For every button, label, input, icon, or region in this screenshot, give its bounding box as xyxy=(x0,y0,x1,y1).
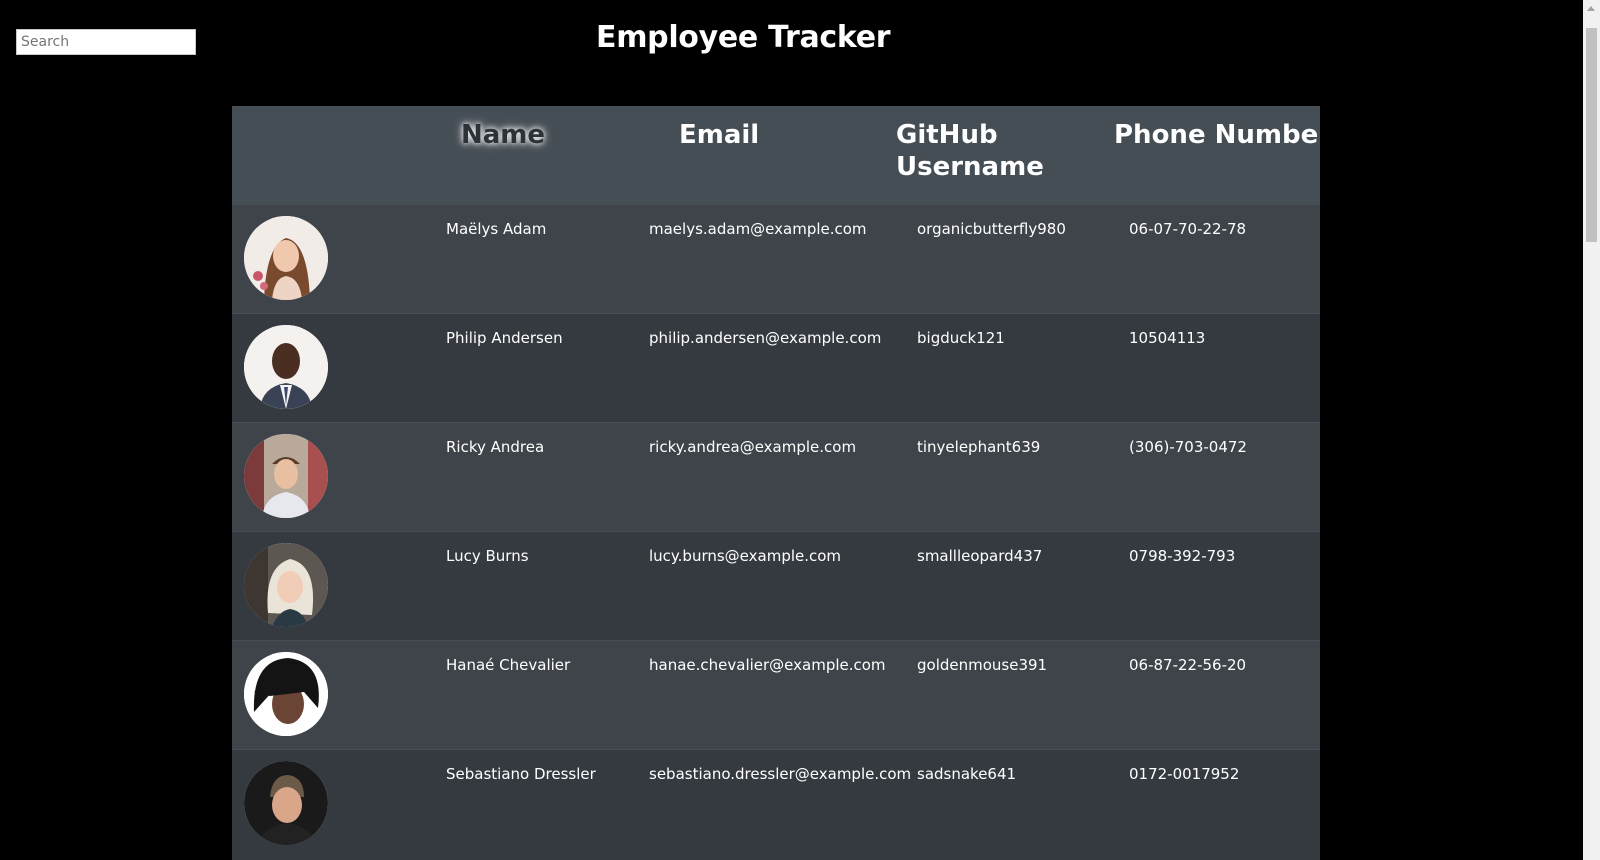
person-photo-icon xyxy=(244,543,328,627)
column-header-name[interactable]: Name xyxy=(461,119,545,151)
cell-github: sadsnake641 xyxy=(917,765,1017,783)
person-photo-icon xyxy=(244,325,328,409)
cell-email: ricky.andrea@example.com xyxy=(649,438,857,456)
employee-table: Name Email GitHub Username Phone Number … xyxy=(232,106,1320,860)
scrollbar-thumb[interactable] xyxy=(1586,28,1597,242)
table-row: Lucy Burns lucy.burns@example.com smalll… xyxy=(232,531,1320,640)
cell-phone: (306)-703-0472 xyxy=(1129,438,1247,456)
cell-phone: 0172-0017952 xyxy=(1129,765,1240,783)
cell-email: hanae.chevalier@example.com xyxy=(649,656,886,674)
page: Employee Tracker Name Email GitHub Usern… xyxy=(0,0,1600,860)
cell-github: bigduck121 xyxy=(917,329,1005,347)
person-photo-icon xyxy=(244,434,328,518)
cell-name: Maëlys Adam xyxy=(446,220,547,238)
person-photo-icon xyxy=(244,652,328,736)
cell-github: organicbutterfly980 xyxy=(917,220,1066,238)
cell-github: tinyelephant639 xyxy=(917,438,1041,456)
cell-phone: 06-87-22-56-20 xyxy=(1129,656,1247,674)
search-input[interactable] xyxy=(16,29,196,55)
table-row: Sebastiano Dressler sebastiano.dressler@… xyxy=(232,749,1320,858)
cell-phone: 06-07-70-22-78 xyxy=(1129,220,1247,238)
column-header-phone[interactable]: Phone Number xyxy=(1114,119,1320,151)
column-header-github[interactable]: GitHub Username xyxy=(896,119,1066,183)
column-header-email[interactable]: Email xyxy=(679,119,759,151)
table-row: Ricky Andrea ricky.andrea@example.com ti… xyxy=(232,422,1320,531)
scroll-up-arrow-icon[interactable] xyxy=(1587,6,1595,11)
person-photo-icon xyxy=(244,761,328,845)
table-row: Philip Andersen philip.andersen@example.… xyxy=(232,313,1320,422)
cell-email: lucy.burns@example.com xyxy=(649,547,842,565)
cell-name: Hanaé Chevalier xyxy=(446,656,571,674)
table-row: Hanaé Chevalier hanae.chevalier@example.… xyxy=(232,640,1320,749)
table-header: Name Email GitHub Username Phone Number xyxy=(232,106,1320,204)
cell-email: sebastiano.dressler@example.com xyxy=(649,765,912,783)
cell-phone: 0798-392-793 xyxy=(1129,547,1236,565)
cell-name: Lucy Burns xyxy=(446,547,529,565)
cell-phone: 10504113 xyxy=(1129,329,1206,347)
person-photo-icon xyxy=(244,216,328,300)
cell-email: maelys.adam@example.com xyxy=(649,220,867,238)
cell-name: Ricky Andrea xyxy=(446,438,545,456)
page-title: Employee Tracker xyxy=(596,20,891,55)
vertical-scrollbar[interactable] xyxy=(1583,0,1600,860)
cell-github: goldenmouse391 xyxy=(917,656,1048,674)
cell-github: smallleopard437 xyxy=(917,547,1043,565)
cell-name: Sebastiano Dressler xyxy=(446,765,596,783)
cell-name: Philip Andersen xyxy=(446,329,563,347)
cell-email: philip.andersen@example.com xyxy=(649,329,882,347)
table-row: Maëlys Adam maelys.adam@example.com orga… xyxy=(232,204,1320,313)
